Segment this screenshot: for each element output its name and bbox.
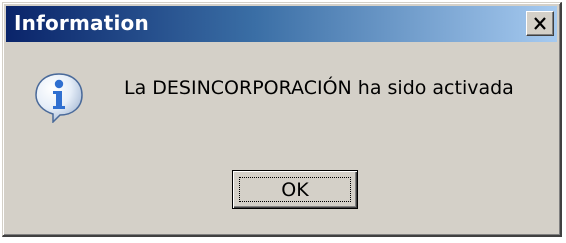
title-bar[interactable]: Information (6, 6, 557, 42)
ok-button[interactable]: OK (232, 170, 358, 209)
information-dialog: Information La DESINCORPORACIÓN ha sido … (2, 2, 562, 237)
close-icon (534, 17, 546, 30)
information-icon (35, 73, 83, 123)
dialog-message: La DESINCORPORACIÓN ha sido activada (124, 77, 514, 99)
close-button[interactable] (526, 11, 554, 36)
ok-button-label: OK (281, 178, 309, 201)
dialog-title: Information (14, 11, 149, 35)
